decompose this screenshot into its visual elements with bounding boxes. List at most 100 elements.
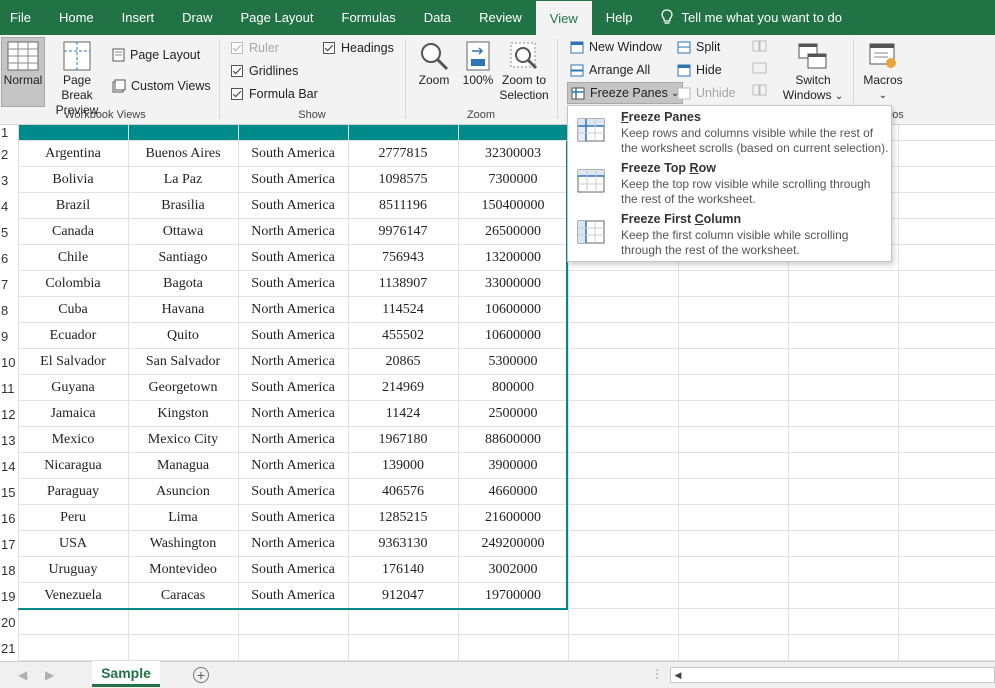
table-cell[interactable]: South America [238,141,348,167]
table-cell[interactable]: Chile [18,245,128,271]
page-break-preview-button[interactable]: Page Break Preview [46,37,108,118]
row-header[interactable]: 7 [0,271,18,297]
tab-draw[interactable]: Draw [168,0,226,35]
custom-views-button[interactable]: Custom Views [112,79,211,93]
row-header[interactable]: 6 [0,245,18,271]
table-cell[interactable]: Cuba [18,297,128,323]
tab-review[interactable]: Review [465,0,536,35]
tab-formulas[interactable]: Formulas [328,0,410,35]
row-header[interactable]: 2 [0,141,18,167]
table-cell[interactable]: Washington [128,531,238,557]
table-cell[interactable]: 88600000 [458,427,568,453]
table-cell[interactable]: Guyana [18,375,128,401]
tab-file[interactable]: File [0,0,45,35]
table-cell[interactable]: Uruguay [18,557,128,583]
row-header[interactable]: 12 [0,401,18,427]
table-cell[interactable]: South America [238,557,348,583]
table-cell[interactable]: North America [238,297,348,323]
table-cell[interactable]: El Salvador [18,349,128,375]
table-cell[interactable]: North America [238,349,348,375]
table-cell[interactable]: South America [238,245,348,271]
sheet-nav-left-icon[interactable]: ◀ [18,668,27,682]
table-cell[interactable]: Caracas [128,583,238,609]
table-cell[interactable]: 150400000 [458,193,568,219]
table-cell[interactable]: 139000 [348,453,458,479]
table-cell[interactable]: 406576 [348,479,458,505]
table-cell[interactable]: Mexico [18,427,128,453]
table-cell[interactable]: 7300000 [458,167,568,193]
tab-view[interactable]: View [535,0,592,36]
table-cell[interactable]: 11424 [348,401,458,427]
row-header[interactable]: 1 [0,125,18,141]
table-cell[interactable]: Canada [18,219,128,245]
table-cell[interactable]: USA [18,531,128,557]
table-cell[interactable]: South America [238,167,348,193]
table-cell[interactable]: 26500000 [458,219,568,245]
table-cell[interactable]: 1285215 [348,505,458,531]
table-cell[interactable]: Buenos Aires [128,141,238,167]
gridlines-checkbox[interactable]: Gridlines [231,64,298,78]
table-cell[interactable]: Colombia [18,271,128,297]
table-cell[interactable]: Mexico City [128,427,238,453]
freeze-top-row-option[interactable]: Freeze Top Row Keep the top row visible … [568,157,891,208]
row-header[interactable]: 4 [0,193,18,219]
table-cell[interactable]: 10600000 [458,297,568,323]
table-cell[interactable]: North America [238,427,348,453]
arrange-all-button[interactable]: Arrange All [570,63,650,77]
table-cell[interactable]: Lima [128,505,238,531]
row-header[interactable]: 13 [0,427,18,453]
table-cell[interactable]: 5300000 [458,349,568,375]
table-cell[interactable]: 2500000 [458,401,568,427]
table-cell[interactable]: South America [238,375,348,401]
table-cell[interactable]: South America [238,505,348,531]
table-cell[interactable]: 32300003 [458,141,568,167]
zoom-to-selection-button[interactable]: Zoom to Selection [498,37,550,103]
table-cell[interactable]: Jamaica [18,401,128,427]
resize-handle-icon[interactable]: ⋮ [651,667,663,681]
row-header[interactable]: 14 [0,453,18,479]
freeze-first-column-option[interactable]: Freeze First Column Keep the first colum… [568,208,891,259]
table-cell[interactable]: South America [238,271,348,297]
table-cell[interactable]: 21600000 [458,505,568,531]
row-header[interactable]: 16 [0,505,18,531]
table-cell[interactable]: Asuncion [128,479,238,505]
row-header[interactable]: 5 [0,219,18,245]
table-cell[interactable]: Montevideo [128,557,238,583]
table-cell[interactable]: 214969 [348,375,458,401]
sheet-tab-sample[interactable]: Sample [92,661,160,687]
ruler-checkbox[interactable]: Ruler [231,41,279,55]
row-header[interactable]: 17 [0,531,18,557]
tab-page-layout[interactable]: Page Layout [227,0,328,35]
table-cell[interactable]: 8511196 [348,193,458,219]
table-cell[interactable]: 10600000 [458,323,568,349]
table-cell[interactable]: Georgetown [128,375,238,401]
table-cell[interactable]: Bagota [128,271,238,297]
freeze-panes-option[interactable]: Freeze Panes Keep rows and columns visib… [568,106,891,157]
table-cell[interactable]: Bolivia [18,167,128,193]
table-cell[interactable]: South America [238,193,348,219]
table-cell[interactable]: Paraguay [18,479,128,505]
table-cell[interactable]: 4660000 [458,479,568,505]
table-cell[interactable]: 1098575 [348,167,458,193]
row-header[interactable]: 9 [0,323,18,349]
tab-data[interactable]: Data [410,0,465,35]
table-cell[interactable]: 2777815 [348,141,458,167]
normal-view-button[interactable]: Normal [1,37,45,107]
table-cell[interactable]: 19700000 [458,583,568,609]
hide-button[interactable]: Hide [677,63,722,77]
tab-help[interactable]: Help [592,0,647,35]
new-window-button[interactable]: New Window [570,40,662,54]
table-cell[interactable]: South America [238,323,348,349]
table-cell[interactable]: Argentina [18,141,128,167]
split-button[interactable]: Split [677,40,720,54]
table-cell[interactable]: North America [238,453,348,479]
table-cell[interactable]: Brasilia [128,193,238,219]
table-cell[interactable]: 114524 [348,297,458,323]
table-cell[interactable]: Brazil [18,193,128,219]
row-header[interactable]: 15 [0,479,18,505]
headings-checkbox[interactable]: Headings [323,41,394,55]
table-cell[interactable]: San Salvador [128,349,238,375]
table-cell[interactable]: 13200000 [458,245,568,271]
tell-me-search[interactable]: Tell me what you want to do [660,9,842,26]
table-cell[interactable]: Kingston [128,401,238,427]
